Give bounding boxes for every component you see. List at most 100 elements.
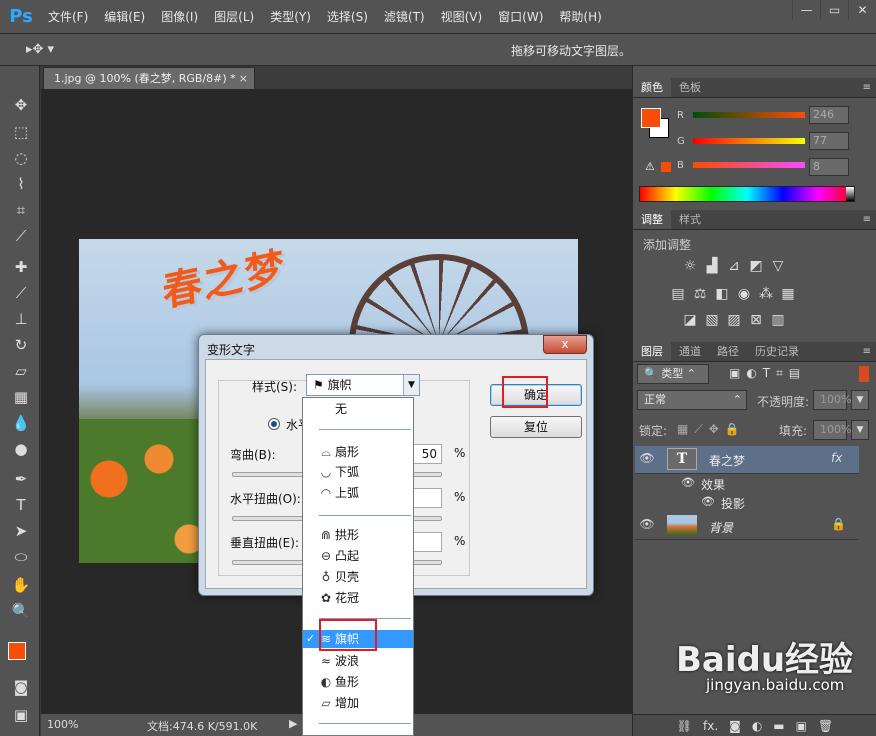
close-button[interactable]: ✕ (848, 0, 876, 20)
style-option-arc-lower[interactable]: ◡ 下弧 (303, 463, 413, 481)
style-option-none[interactable]: 无 (303, 400, 413, 418)
path-select-icon[interactable]: ➤ (8, 520, 34, 542)
quick-select-tool-icon[interactable]: ⌇ (8, 173, 34, 195)
shape-tool-icon[interactable]: ⬭ (8, 546, 34, 568)
folder-icon[interactable]: ▬ (773, 719, 784, 733)
layer-filter-kind[interactable]: 🔍 类型 ⌃ (637, 364, 709, 384)
style-option-arc-upper[interactable]: ◠ 上弧 (303, 484, 413, 502)
stamp-tool-icon[interactable]: ⊥ (8, 308, 34, 330)
panel-menu-icon[interactable]: ≡ (863, 342, 871, 362)
panel-menu-icon[interactable]: ≡ (863, 78, 871, 98)
fill-dropdown-icon[interactable]: ▼ (851, 420, 869, 440)
menu-select[interactable]: 选择(S) (319, 0, 376, 34)
gradient-map-icon[interactable]: ▥ (769, 312, 787, 328)
invert-icon[interactable]: ◪ (681, 312, 699, 328)
type-tool-icon[interactable]: T (8, 494, 34, 516)
style-option-wave[interactable]: ≈ 波浪 (303, 652, 413, 670)
color-balance-icon[interactable]: ⚖ (691, 286, 709, 302)
hue-saturation-icon[interactable]: ▤ (669, 286, 687, 302)
brightness-icon[interactable]: ☼ (681, 258, 699, 274)
quick-mask-icon[interactable]: ◙ (8, 676, 34, 698)
style-option-rise[interactable]: ▱ 增加 (303, 694, 413, 712)
brush-tool-icon[interactable]: ⟋ (8, 282, 34, 304)
tab-styles[interactable]: 样式 (671, 210, 709, 229)
b-value[interactable]: 8 (809, 158, 849, 176)
levels-icon[interactable]: ▟ (703, 258, 721, 274)
effects-row[interactable]: 👁 效果 (665, 474, 857, 493)
pen-tool-icon[interactable]: ✒ (8, 468, 34, 490)
g-slider[interactable] (693, 138, 805, 144)
move-tool-icon[interactable]: ✥ (8, 94, 34, 116)
menu-window[interactable]: 窗口(W) (490, 0, 551, 34)
tab-swatches[interactable]: 色板 (671, 78, 709, 97)
link-icon[interactable]: ⛓ (677, 719, 692, 733)
trash-icon[interactable]: 🗑 (818, 719, 833, 733)
curves-icon[interactable]: ⊿ (725, 258, 743, 274)
horizontal-radio[interactable] (268, 418, 280, 430)
threshold-icon[interactable]: ▨ (725, 312, 743, 328)
style-option-bulge[interactable]: ⊖ 凸起 (303, 547, 413, 565)
photo-filter-icon[interactable]: ◉ (735, 286, 753, 302)
restore-button[interactable]: ▭ (820, 0, 848, 20)
warped-text[interactable]: 春之梦 (160, 239, 288, 318)
filter-toggle[interactable] (859, 366, 869, 382)
fx-icon[interactable]: fx. (703, 719, 718, 733)
drop-shadow-row[interactable]: 👁 投影 (665, 493, 857, 512)
tab-paths[interactable]: 路径 (709, 342, 747, 361)
menu-image[interactable]: 图像(I) (153, 0, 206, 34)
status-menu-arrow-icon[interactable]: ▶ (289, 717, 297, 730)
foreground-color-swatch[interactable] (8, 642, 26, 660)
eye-icon[interactable]: 👁 (639, 451, 655, 467)
background-layer-name[interactable]: 背景 (709, 519, 733, 536)
menu-view[interactable]: 视图(V) (433, 0, 491, 34)
style-option-arc[interactable]: ⌓ 扇形 (303, 443, 413, 461)
r-value[interactable]: 246 (809, 106, 849, 124)
menu-file[interactable]: 文件(F) (40, 0, 96, 34)
text-layer-name[interactable]: 春之梦 (709, 452, 745, 469)
blend-mode-select[interactable]: 正常 ⌃ (637, 390, 747, 410)
minimize-button[interactable]: — (792, 0, 820, 20)
eye-icon[interactable]: 👁 (639, 517, 655, 533)
gradient-tool-icon[interactable]: ▦ (8, 386, 34, 408)
dialog-close-button[interactable]: x (543, 335, 587, 354)
color-lookup-icon[interactable]: ▦ (779, 286, 797, 302)
menu-edit[interactable]: 编辑(E) (96, 0, 153, 34)
move-tool-preset-icon[interactable]: ▸✥ ▾ (26, 42, 54, 57)
eye-icon[interactable]: 👁 (681, 476, 695, 489)
hand-tool-icon[interactable]: ✋ (8, 574, 34, 596)
style-option-flower[interactable]: ✿ 花冠 (303, 589, 413, 607)
new-layer-icon[interactable]: ▣ (796, 719, 807, 733)
eraser-tool-icon[interactable]: ▱ (8, 360, 34, 382)
g-value[interactable]: 77 (809, 132, 849, 150)
panel-menu-icon[interactable]: ≡ (863, 210, 871, 230)
reset-button[interactable]: 复位 (490, 416, 582, 438)
chevron-down-icon[interactable]: ▼ (403, 375, 419, 395)
color-spectrum[interactable] (639, 186, 855, 202)
zoom-level[interactable]: 100% (47, 718, 78, 731)
selective-color-icon[interactable]: ⊠ (747, 312, 765, 328)
gamut-swatch[interactable] (661, 162, 671, 172)
channel-mixer-icon[interactable]: ⁂ (757, 286, 775, 302)
history-brush-icon[interactable]: ↻ (8, 334, 34, 356)
menu-filter[interactable]: 滤镜(T) (376, 0, 433, 34)
r-slider[interactable] (693, 112, 805, 118)
style-option-arch[interactable]: ⋒ 拱形 (303, 526, 413, 544)
style-option-shell[interactable]: ♁ 贝壳 (303, 568, 413, 586)
opacity-field[interactable]: 100% (813, 390, 851, 410)
crop-tool-icon[interactable]: ⌗ (8, 199, 34, 221)
style-select[interactable]: ⚑ 旗帜 ▼ (306, 374, 420, 396)
fx-icon[interactable]: fx (831, 451, 842, 465)
color-fg-swatch[interactable] (641, 108, 661, 128)
mask-icon[interactable]: ◙ (729, 719, 741, 733)
close-icon[interactable]: × (239, 68, 248, 90)
layer-filter-icons[interactable]: ▣◐T⌗▤ (729, 366, 806, 381)
layer-row-text[interactable]: 👁 T 春之梦 fx (635, 446, 859, 474)
tab-layers[interactable]: 图层 (633, 342, 671, 361)
opacity-dropdown-icon[interactable]: ▼ (851, 390, 869, 410)
menu-layer[interactable]: 图层(L) (206, 0, 262, 34)
lock-icons[interactable]: ▦⟋✥🔒 (677, 422, 746, 437)
posterize-icon[interactable]: ▧ (703, 312, 721, 328)
fill-field[interactable]: 100% (813, 420, 851, 440)
menu-help[interactable]: 帮助(H) (551, 0, 609, 34)
document-tab[interactable]: 1.jpg @ 100% (春之梦, RGB/8#) * × (43, 67, 255, 89)
